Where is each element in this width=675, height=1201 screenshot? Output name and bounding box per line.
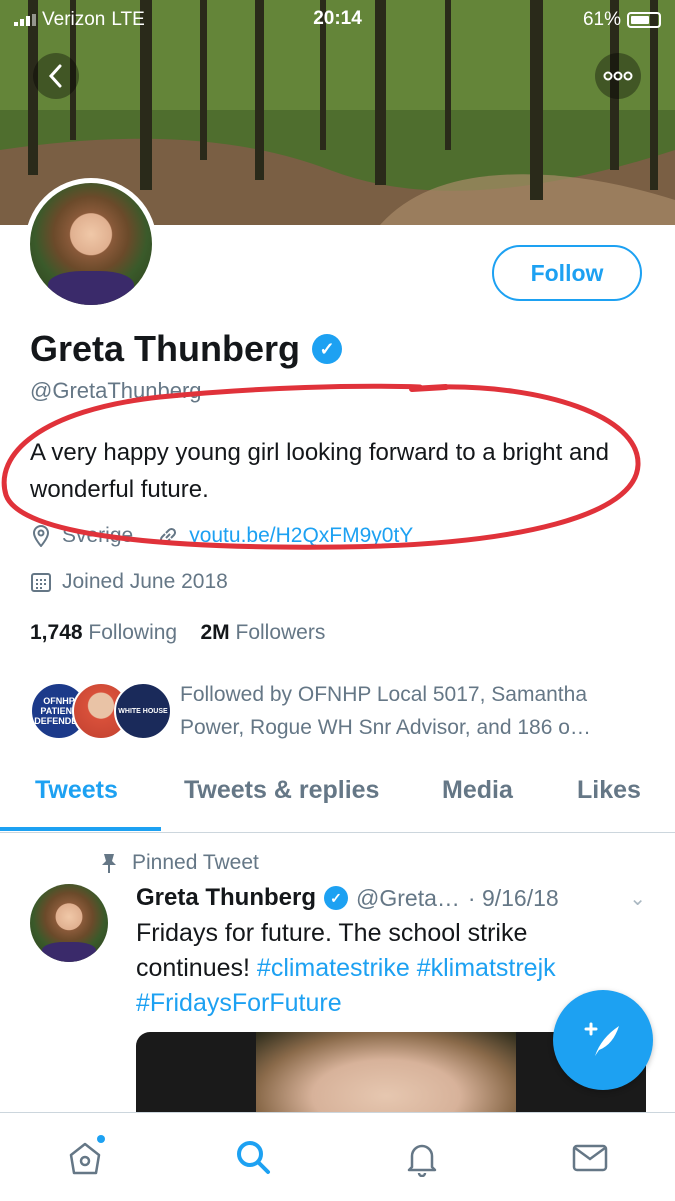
hashtag-climatestrike[interactable]: #climatestrike [257,954,410,982]
nav-search[interactable] [229,1133,277,1181]
link-icon [157,525,179,547]
tweet-date: · 9/16/18 [467,884,559,911]
followed-avatar-white-house: WHITE HOUSE [114,682,172,740]
profile-joined-date: Joined June 2018 [62,570,228,593]
tab-likes[interactable]: Likes [577,776,641,805]
more-options-button[interactable] [595,53,641,99]
profile-link[interactable]: youtu.be/H2QxFM9y0tY [189,524,413,548]
compose-icon [584,1022,619,1056]
back-button[interactable] [33,53,79,99]
active-tab-indicator [0,827,161,831]
following-count: 1,748 [30,621,83,644]
battery-icon [627,12,661,28]
status-time: 20:14 [313,8,362,29]
nav-messages[interactable] [566,1133,614,1181]
profile-avatar[interactable] [25,178,157,310]
followers-count: 2M [200,621,230,644]
home-icon [69,1142,101,1175]
pinned-tweet-label: Pinned Tweet [100,851,259,875]
following-link[interactable]: 1,748 Following [30,621,177,644]
more-icon [603,71,633,81]
tweet-header: Greta Thunberg ✓ @Greta… · 9/16/18 ⌄ [136,884,646,912]
tweet-avatar[interactable] [30,884,108,962]
following-label: Following [88,621,178,644]
profile-location: Sverige [62,524,134,547]
profile-location-link-row: Sverige youtu.be/H2QxFM9y0tY [30,524,413,548]
profile-tabs: Tweets Tweets & replies Media Likes [0,762,675,833]
back-icon [48,64,62,88]
nav-home[interactable] [61,1133,109,1181]
followed-by-text[interactable]: Followed by OFNHP Local 5017, Samantha P… [180,678,650,744]
followed-by-avatars[interactable]: OFNHP PATIENT DEFENDER WHITE HOUSE [30,682,172,740]
profile-bio: A very happy young girl looking forward … [30,439,610,503]
verified-icon: ✓ [312,334,343,364]
tab-tweets-replies[interactable]: Tweets & replies [184,776,379,805]
search-icon [237,1141,270,1174]
nav-notifications[interactable] [398,1133,446,1181]
notifications-icon [407,1144,437,1177]
tweet-body: Fridays for future. The school strike co… [136,916,636,1021]
profile-joined-row: Joined June 2018 [30,570,228,594]
calendar-icon [30,571,52,593]
tweet-author-handle: @Greta… [356,884,460,911]
chevron-down-icon[interactable]: ⌄ [629,886,646,911]
messages-icon [572,1144,608,1172]
profile-name-row: Greta Thunberg ✓ [30,328,343,370]
profile-name: Greta Thunberg [30,328,301,369]
verified-icon: ✓ [324,886,349,910]
hashtag-klimatstrejk[interactable]: #klimatstrejk [417,954,556,982]
compose-button[interactable] [553,990,653,1090]
bottom-navigation [0,1112,675,1201]
tab-tweets[interactable]: Tweets [35,776,118,805]
followers-link[interactable]: 2M Followers [200,621,325,644]
tweet-author-name: Greta Thunberg [136,884,317,911]
notification-dot [97,1135,105,1143]
status-bar: Verizon LTE 20:14 61% [0,0,675,40]
follow-counts: 1,748 Following 2M Followers [30,621,325,645]
battery-percent: 61% [582,9,621,30]
profile-handle: @GretaThunberg [30,378,202,403]
pinned-tweet-text: Pinned Tweet [132,851,259,874]
location-icon [30,525,52,547]
followers-label: Followers [235,621,326,644]
battery-status: 61% [583,9,661,31]
follow-button[interactable]: Follow [492,245,642,301]
pin-icon [102,854,116,873]
tab-media[interactable]: Media [442,776,513,805]
hashtag-fridaysforfuture[interactable]: #FridaysForFuture [136,989,342,1017]
